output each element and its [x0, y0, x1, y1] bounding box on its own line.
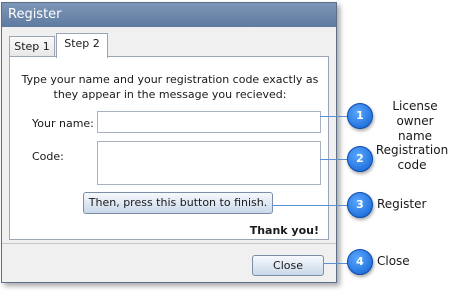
code-input[interactable]	[97, 141, 321, 185]
name-input[interactable]	[97, 111, 321, 133]
callout-label-1: License owner name	[372, 99, 458, 144]
callout-badge-2: 2	[347, 146, 373, 172]
callout-label-3: Register	[377, 197, 427, 211]
callout-label-1-line-2: name	[397, 129, 433, 143]
callout-label-4: Close	[377, 254, 410, 268]
tab-step-1[interactable]: Step 1	[9, 36, 55, 57]
code-label: Code:	[32, 150, 64, 163]
callout-badge-3: 3	[347, 192, 373, 218]
callout-badge-1: 1	[347, 103, 373, 129]
instruction-line-1: Type your name and your registration cod…	[21, 73, 319, 86]
instruction-text: Type your name and your registration cod…	[20, 72, 320, 102]
footer-divider	[2, 243, 336, 244]
instruction-line-2: they appear in the message you recieved:	[53, 88, 287, 101]
callout-label-1-line-1: License owner	[392, 99, 438, 128]
callout-badge-4: 4	[347, 249, 373, 275]
callout-label-2-line-2: code	[397, 158, 427, 172]
name-label: Your name:	[32, 117, 94, 130]
finish-button[interactable]: Then, press this button to finish.	[83, 192, 273, 214]
thank-you-text: Thank you!	[249, 224, 319, 237]
register-dialog: Register Step 1 Step 2 Type your name an…	[1, 2, 337, 283]
close-button[interactable]: Close	[252, 255, 324, 276]
tab-panel: Type your name and your registration cod…	[9, 56, 329, 240]
callout-label-2-line-1: Registration	[375, 143, 449, 157]
tab-step-2[interactable]: Step 2	[56, 33, 108, 58]
callout-label-2: Registration code	[372, 143, 452, 173]
window-title: Register	[2, 3, 336, 27]
